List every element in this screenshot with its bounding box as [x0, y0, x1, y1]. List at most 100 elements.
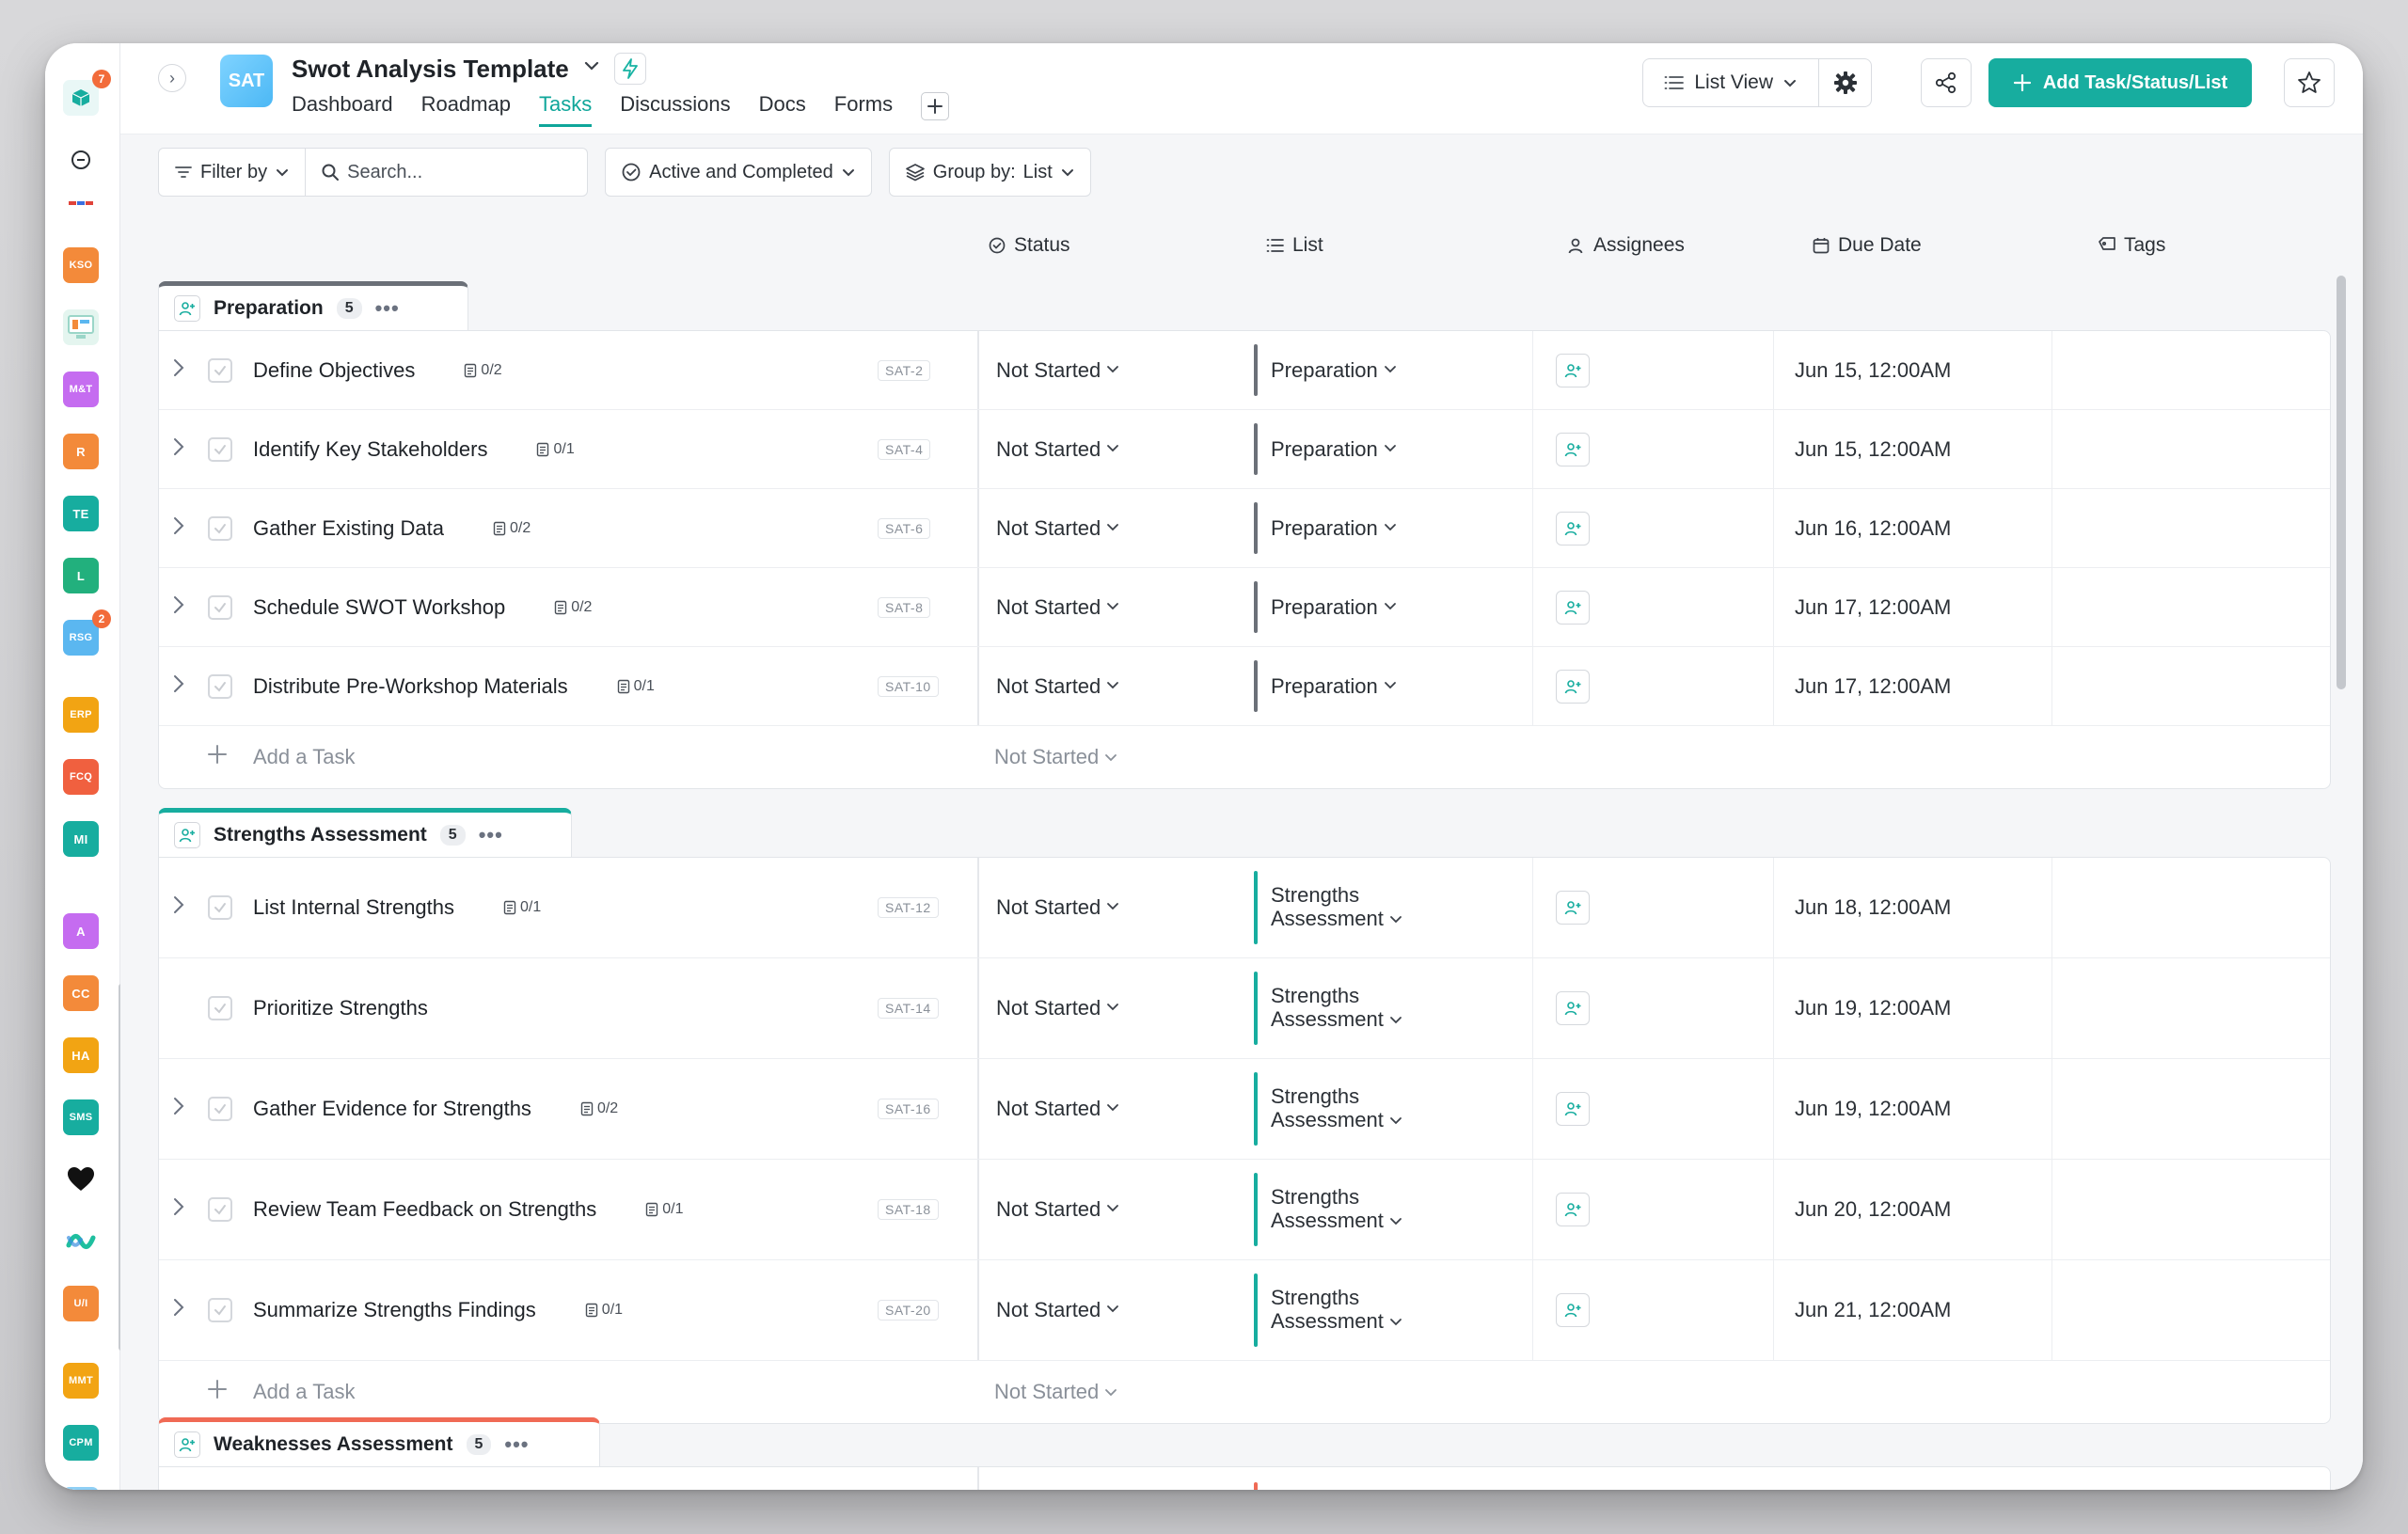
table-row[interactable]: Gather Evidence for Strengths 0/2 SAT-16 No… — [159, 1059, 2330, 1160]
list-dropdown[interactable]: Strengths Assessment — [1254, 958, 1532, 1058]
list-dropdown[interactable]: Preparation — [1254, 331, 1532, 409]
search-input[interactable]: Search... — [305, 149, 587, 196]
status-dropdown[interactable]: Not Started — [977, 1260, 1254, 1360]
list-dropdown[interactable]: Preparation — [1254, 568, 1532, 646]
status-dropdown[interactable]: Not Started — [977, 410, 1254, 488]
column-header-tags[interactable]: Tags — [2098, 234, 2165, 257]
task-name-cell[interactable]: Distribute Pre-Workshop Materials 0/1 — [253, 674, 655, 699]
rail-app-mt[interactable]: M&T — [62, 371, 100, 408]
due-date-cell[interactable]: Jun 18, 12:00AM — [1773, 858, 2052, 957]
column-header-status[interactable]: Status — [988, 234, 1070, 257]
list-dropdown[interactable]: Preparation — [1254, 489, 1532, 567]
table-row[interactable]: Prioritize Strengths SAT-14 Not Started Str… — [159, 958, 2330, 1059]
rail-app-cc[interactable]: CC — [62, 974, 100, 1012]
status-dropdown[interactable]: Not Started — [977, 331, 1254, 409]
rail-app-erp[interactable]: ERP — [62, 696, 100, 734]
task-name-cell[interactable]: Schedule SWOT Workshop 0/2 — [253, 595, 592, 620]
column-header-assignees[interactable]: Assignees — [1567, 234, 1685, 257]
add-assignee-button[interactable] — [1556, 590, 1590, 625]
due-date-cell[interactable]: Jun 21, 12:00AM — [1773, 1260, 2052, 1360]
column-header-list[interactable]: List — [1266, 234, 1323, 257]
rail-app-mi[interactable]: MI — [62, 820, 100, 858]
table-row[interactable]: List Internal Strengths 0/1 SAT-12 Not Star… — [159, 858, 2330, 958]
task-checkbox[interactable] — [208, 436, 232, 462]
due-date-cell[interactable]: Jun 15, 12:00AM — [1773, 410, 2052, 488]
group-by-dropdown[interactable]: Group by: List — [888, 148, 1091, 197]
due-date-cell[interactable]: Jun 19, 12:00AM — [1773, 1059, 2052, 1159]
tags-cell[interactable] — [2052, 858, 2332, 957]
table-row[interactable]: Distribute Pre-Workshop Materials 0/1 SAT-… — [159, 647, 2330, 726]
task-checkbox[interactable] — [208, 996, 232, 1020]
table-row[interactable]: Review Team Feedback on Strengths 0/1 SAT-… — [159, 1160, 2330, 1260]
rail-app-kso[interactable]: KSO — [62, 246, 100, 284]
rail-app-ha[interactable]: HA — [62, 1036, 100, 1074]
task-name-cell[interactable]: List Internal Strengths 0/1 — [253, 895, 541, 920]
more-options-icon[interactable]: ••• — [504, 1432, 529, 1457]
table-row[interactable]: Identify Key Stakeholders 0/1 SAT-4 Not Sta… — [159, 410, 2330, 489]
automation-bolt-button[interactable] — [613, 53, 646, 85]
add-assignee-button[interactable] — [1556, 991, 1590, 1025]
due-date-cell[interactable]: Jun 20, 12:00AM — [1773, 1160, 2052, 1259]
status-dropdown[interactable]: Not Started — [977, 489, 1254, 567]
tab-forms[interactable]: Forms — [834, 92, 893, 127]
tab-docs[interactable]: Docs — [759, 92, 806, 127]
add-member-icon[interactable] — [174, 1431, 200, 1458]
status-dropdown[interactable]: Not Started — [977, 1059, 1254, 1159]
rail-app-chat-icon[interactable] — [62, 141, 100, 179]
rail-app-l[interactable]: L — [62, 557, 100, 594]
group-header[interactable]: Preparation 5 ••• — [158, 281, 468, 330]
due-date-cell[interactable]: Jun 17, 12:00AM — [1773, 647, 2052, 725]
group-header[interactable]: Strengths Assessment 5 ••• — [158, 808, 572, 857]
status-dropdown[interactable]: Not Started — [977, 568, 1254, 646]
table-row[interactable]: Schedule SWOT Workshop 0/2 SAT-8 Not Starte… — [159, 568, 2330, 647]
task-checkbox[interactable] — [208, 515, 232, 541]
task-name-cell[interactable]: Define Objectives 0/2 — [253, 358, 502, 383]
rail-app-cube-icon[interactable]: 7 — [62, 70, 111, 117]
rail-app-mmt[interactable]: MMT — [62, 1362, 100, 1400]
add-assignee-button[interactable] — [1556, 353, 1590, 387]
more-options-icon[interactable]: ••• — [375, 296, 400, 321]
rail-app-fcq[interactable]: FCQ — [62, 758, 100, 796]
tags-cell[interactable] — [2052, 410, 2332, 488]
task-name-cell[interactable]: Prioritize Strengths — [253, 996, 428, 1020]
expand-subtasks-icon[interactable] — [172, 594, 185, 621]
task-name-cell[interactable]: Summarize Strengths Findings 0/1 — [253, 1298, 623, 1322]
list-dropdown[interactable]: Strengths Assessment — [1254, 858, 1532, 957]
rail-app-r[interactable]: R — [62, 433, 100, 470]
project-title[interactable]: Swot Analysis Template — [292, 55, 569, 84]
add-task-status-dropdown[interactable]: Not Started — [994, 745, 1117, 769]
task-checkbox[interactable] — [208, 1298, 232, 1322]
task-name-cell[interactable]: Identify Key Stakeholders 0/1 — [253, 437, 575, 462]
rail-app-board-icon[interactable] — [62, 308, 100, 346]
add-assignee-button[interactable] — [1556, 1092, 1590, 1126]
tags-cell[interactable] — [2052, 568, 2332, 646]
expand-subtasks-icon[interactable] — [172, 894, 185, 921]
add-task-row[interactable]: Add a Task Not Started — [159, 726, 2330, 788]
add-task-status-list-button[interactable]: Add Task/Status/List — [1988, 58, 2252, 107]
tags-cell[interactable] — [2052, 331, 2332, 409]
due-date-cell[interactable]: Jun 16, 12:00AM — [1773, 489, 2052, 567]
task-checkbox[interactable] — [208, 357, 232, 383]
table-row[interactable]: Define Objectives 0/2 SAT-2 Not Started Prep… — [159, 331, 2330, 410]
more-options-icon[interactable]: ••• — [479, 823, 503, 847]
due-date-cell[interactable]: Jun 19, 12:00AM — [1773, 958, 2052, 1058]
rail-app-te[interactable]: TE — [62, 495, 100, 532]
table-row[interactable]: Summarize Strengths Findings 0/1 SAT-20 Not… — [159, 1260, 2330, 1361]
task-checkbox[interactable] — [208, 895, 232, 920]
list-dropdown[interactable]: Strengths Assessment — [1254, 1260, 1532, 1360]
add-assignee-button[interactable] — [1556, 891, 1590, 925]
tags-cell[interactable] — [2052, 489, 2332, 567]
status-dropdown[interactable]: Not Started — [977, 647, 1254, 725]
collapse-sidebar-button[interactable]: › — [158, 64, 186, 92]
tab-dashboard[interactable]: Dashboard — [292, 92, 393, 127]
task-name-cell[interactable]: Review Team Feedback on Strengths 0/1 — [253, 1197, 683, 1222]
rail-app-logo-icon[interactable] — [62, 184, 100, 222]
expand-subtasks-icon[interactable] — [172, 1096, 185, 1122]
add-task-status-dropdown[interactable]: Not Started — [994, 1380, 1117, 1404]
status-dropdown[interactable]: Not Started — [977, 1160, 1254, 1259]
tab-discussions[interactable]: Discussions — [620, 92, 730, 127]
task-checkbox[interactable] — [208, 1097, 232, 1121]
rail-app-ui[interactable]: U/I — [62, 1285, 100, 1322]
list-dropdown[interactable]: Preparation — [1254, 410, 1532, 488]
rail-app-wave-logo-icon[interactable] — [62, 1223, 100, 1260]
